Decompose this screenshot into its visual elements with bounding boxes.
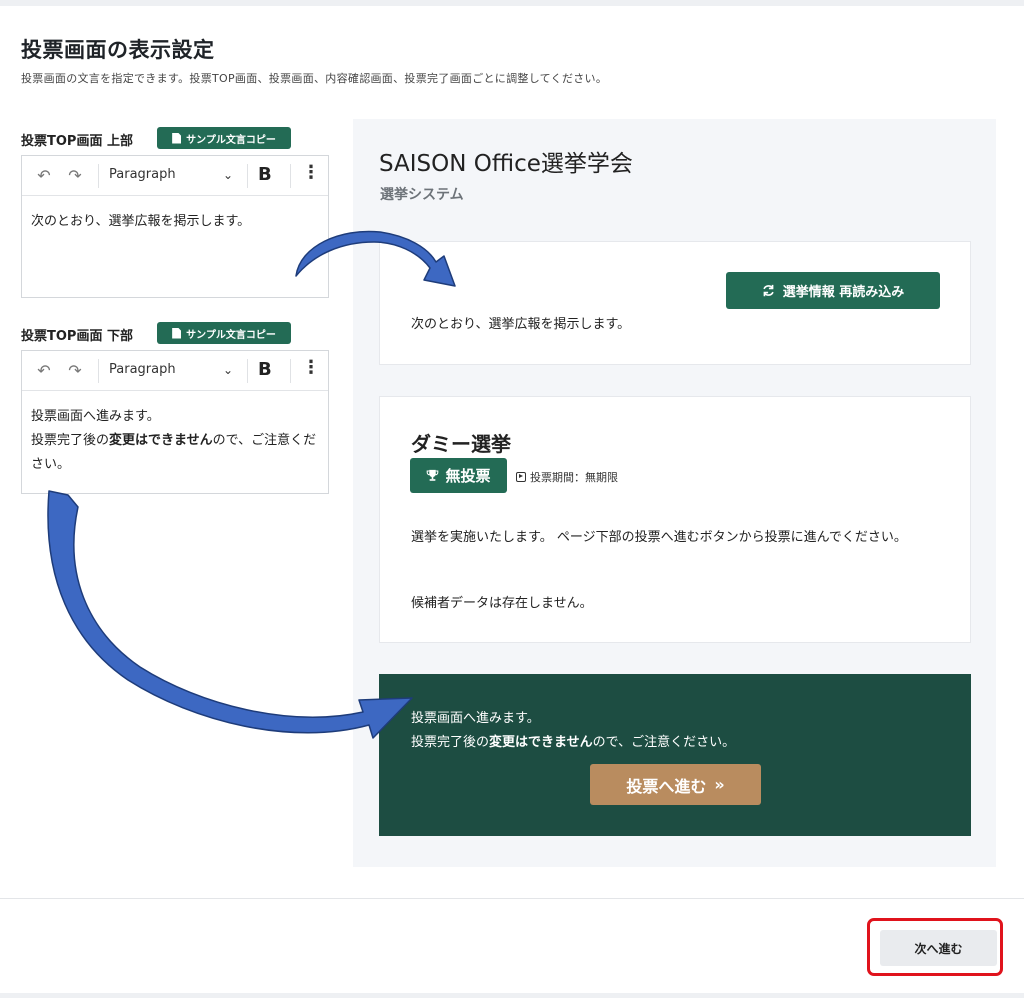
election-name: ダミー選挙 [411, 432, 511, 456]
preview-bottom-text: 投票画面へ進みます。 投票完了後の変更はできませんので、ご注意ください。 [411, 707, 735, 755]
toolbar-divider [290, 359, 291, 383]
preview-top-text: 次のとおり、選挙広報を掲示します。 [411, 317, 631, 332]
bottom-text-line1: 投票画面へ進みます。 [411, 711, 540, 726]
proceed-to-vote-button[interactable]: 投票へ進む » [590, 764, 761, 805]
more-options-icon[interactable]: ⋮ [302, 164, 320, 182]
play-icon [516, 472, 526, 482]
top-strip [0, 0, 1024, 6]
bottom-editor[interactable]: ↶ ↷ Paragraph ⌄ B ⋮ 投票画面へ進みます。 投票完了後の変更は… [21, 350, 329, 494]
chevron-down-icon[interactable]: ⌄ [223, 168, 233, 182]
editor-text-line2: 投票完了後の変更はできませんので、ご注意ください。 [31, 433, 317, 472]
top-editor[interactable]: ↶ ↷ Paragraph ⌄ B ⋮ 次のとおり、選挙広報を掲示します。 [21, 155, 329, 298]
organization-name: SAISON Office選挙学会 [379, 151, 633, 177]
refresh-icon [763, 284, 774, 297]
bold-button[interactable]: B [258, 164, 272, 185]
period-text: 投票期間：無期限 [530, 471, 618, 484]
redo-icon[interactable]: ↷ [63, 166, 87, 185]
copy-sample-label: サンプル文言コピー [186, 329, 276, 341]
preview-bottom-panel [379, 674, 971, 836]
page-description: 投票画面の文言を指定できます。投票TOP画面、投票画面、内容確認画面、投票完了画… [21, 72, 608, 85]
undo-icon[interactable]: ↶ [32, 166, 56, 185]
toolbar-divider [98, 164, 99, 188]
editor-content[interactable]: 次のとおり、選挙広報を掲示します。 [22, 196, 328, 248]
editor-toolbar: ↶ ↷ Paragraph ⌄ B ⋮ [22, 351, 328, 391]
trophy-icon [427, 469, 439, 481]
top-section-label: 投票TOP画面 上部 [21, 134, 133, 149]
editor-text-line1: 投票画面へ進みます。 [31, 409, 160, 424]
editor-toolbar: ↶ ↷ Paragraph ⌄ B ⋮ [22, 156, 328, 196]
system-name: 選挙システム [380, 187, 464, 203]
editor-text: 次のとおり、選挙広報を掲示します。 [31, 214, 251, 229]
copy-sample-top-button[interactable]: サンプル文言コピー [157, 127, 291, 149]
copy-sample-bottom-button[interactable]: サンプル文言コピー [157, 322, 291, 344]
bottom-text-line2: 投票完了後の変更はできませんので、ご注意ください。 [411, 735, 736, 750]
bold-button[interactable]: B [258, 359, 272, 380]
no-candidates-text: 候補者データは存在しません。 [411, 596, 593, 611]
reload-election-button[interactable]: 選挙情報 再読み込み [726, 272, 940, 309]
undo-icon[interactable]: ↶ [32, 361, 56, 380]
status-badge: 無投票 [410, 458, 507, 493]
next-button[interactable]: 次へ進む [880, 930, 997, 966]
paragraph-select[interactable]: Paragraph [109, 167, 176, 182]
footer-divider [0, 898, 1024, 899]
badge-label: 無投票 [445, 467, 491, 485]
bottom-section-label: 投票TOP画面 下部 [21, 329, 133, 344]
chevron-down-icon[interactable]: ⌄ [223, 363, 233, 377]
double-chevron-right-icon: » [714, 775, 725, 794]
page-title: 投票画面の表示設定 [21, 38, 215, 62]
document-icon [172, 327, 182, 339]
copy-sample-label: サンプル文言コピー [186, 134, 276, 146]
bottom-strip [0, 993, 1024, 998]
document-icon [172, 132, 182, 144]
election-description: 選挙を実施いたします。 ページ下部の投票へ進むボタンから投票に進んでください。 [411, 530, 907, 545]
paragraph-select[interactable]: Paragraph [109, 362, 176, 377]
vote-button-label: 投票へ進む [626, 776, 707, 796]
toolbar-divider [98, 359, 99, 383]
toolbar-divider [247, 164, 248, 188]
toolbar-divider [247, 359, 248, 383]
redo-icon[interactable]: ↷ [63, 361, 87, 380]
more-options-icon[interactable]: ⋮ [302, 359, 320, 377]
toolbar-divider [290, 164, 291, 188]
editor-content[interactable]: 投票画面へ進みます。 投票完了後の変更はできませんので、ご注意ください。 [22, 391, 328, 491]
voting-period: 投票期間：無期限 [516, 469, 618, 485]
reload-label: 選挙情報 再読み込み [782, 285, 905, 300]
